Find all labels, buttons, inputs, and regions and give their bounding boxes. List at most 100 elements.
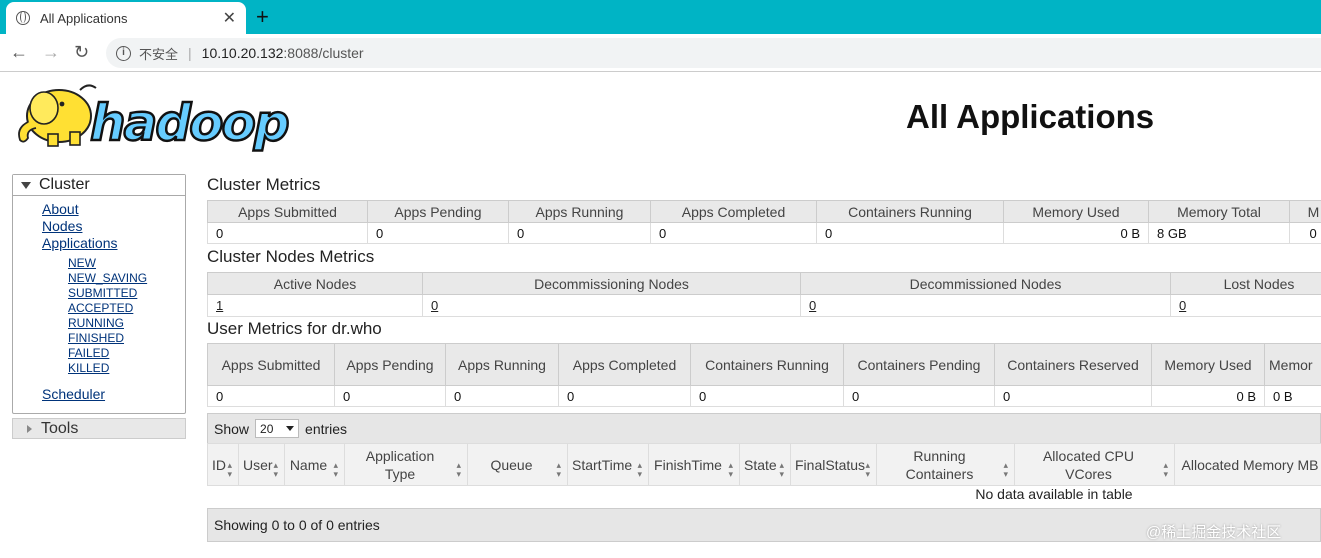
- column-header: Memory Used: [1003, 200, 1149, 223]
- column-header-application-type[interactable]: Application Type ▴ ▾: [344, 443, 468, 486]
- column-header: Containers Running: [816, 200, 1004, 223]
- app-state-accepted[interactable]: ACCEPTED: [68, 301, 133, 315]
- app-state-running[interactable]: RUNNING: [68, 316, 124, 330]
- user-metrics-table: Apps Submitted Apps Pending Apps Running…: [207, 343, 1321, 407]
- metric-value: 0: [690, 385, 844, 407]
- metric-value: 0 B: [1289, 222, 1321, 244]
- metric-value: 8 GB: [1148, 222, 1290, 244]
- metric-value: 0: [994, 385, 1152, 407]
- url-input[interactable]: i 不安全 | 10.10.20.132 :8088/cluster: [106, 38, 1321, 68]
- applications-table: ID ▴ ▾ User ▴ ▾ Name ▴ ▾ Application Type ▴ ▾ Qu…: [207, 443, 1321, 486]
- browser-tab[interactable]: All Applications ✕: [6, 2, 246, 34]
- metric-value: 0: [558, 385, 691, 407]
- sort-icon: ▴ ▾: [779, 460, 784, 479]
- triangle-right-icon: [27, 424, 32, 433]
- cluster-metrics-table: Apps Submitted Apps Pending Apps Running…: [207, 200, 1321, 244]
- browser-tab-strip: All Applications ✕ +: [0, 0, 1321, 34]
- active-nodes-link[interactable]: 1: [216, 298, 223, 313]
- column-header-finalstatus[interactable]: FinalStatus ▴ ▾: [790, 443, 877, 486]
- metric-value: 0 B: [1264, 385, 1321, 407]
- address-separator: |: [188, 45, 192, 61]
- page-size-value: 20: [260, 421, 274, 436]
- column-header: Memory Total: [1148, 200, 1290, 223]
- sort-icon: ▴ ▾: [865, 460, 870, 479]
- column-header: Apps Pending: [334, 343, 446, 386]
- sort-icon: ▴ ▾: [1163, 460, 1168, 479]
- column-header-allocated-cpu[interactable]: Allocated CPU VCores ▴ ▾: [1014, 443, 1175, 486]
- column-header-queue[interactable]: Queue ▴ ▾: [467, 443, 568, 486]
- metric-value: 0: [334, 385, 446, 407]
- back-arrow-icon[interactable]: ←: [10, 42, 28, 63]
- column-header: Apps Pending: [367, 200, 509, 223]
- lost-nodes-link[interactable]: 0: [1179, 298, 1186, 313]
- globe-icon: [16, 11, 30, 25]
- sort-icon: ▴ ▾: [456, 460, 461, 479]
- app-state-finished[interactable]: FINISHED: [68, 331, 124, 345]
- sort-icon: ▴ ▾: [556, 460, 561, 479]
- app-state-failed[interactable]: FAILED: [68, 346, 109, 360]
- nav-link-nodes[interactable]: Nodes: [42, 218, 82, 234]
- column-header: M: [1289, 200, 1321, 223]
- tools-section-toggle[interactable]: Tools: [12, 418, 186, 439]
- column-header: Memor: [1264, 343, 1321, 386]
- column-header: Containers Running: [690, 343, 844, 386]
- decommissioning-nodes-link[interactable]: 0: [431, 298, 438, 313]
- nav-link-scheduler[interactable]: Scheduler: [42, 386, 105, 402]
- column-header-finishtime[interactable]: FinishTime ▴ ▾: [648, 443, 740, 486]
- elephant-icon: [18, 84, 97, 147]
- new-tab-button[interactable]: +: [256, 4, 269, 30]
- app-state-new[interactable]: NEW: [68, 256, 96, 270]
- column-header: Memory Used: [1151, 343, 1265, 386]
- metric-value: 0: [843, 385, 995, 407]
- metric-value: 0 B: [1003, 222, 1149, 244]
- entries-summary: Showing 0 to 0 of 0 entries: [214, 517, 380, 533]
- forward-arrow-icon[interactable]: →: [42, 42, 60, 63]
- metric-value: 0: [207, 385, 335, 407]
- url-path: :8088/cluster: [283, 45, 364, 61]
- entries-label: entries: [305, 420, 348, 437]
- column-header-allocated-memory[interactable]: Allocated Memory MB▴▾: [1174, 443, 1321, 486]
- column-header: Apps Submitted: [207, 343, 335, 386]
- metric-value: 0: [650, 222, 817, 244]
- security-label: 不安全: [139, 46, 179, 62]
- column-header-id[interactable]: ID ▴ ▾: [207, 443, 239, 486]
- chevron-down-icon: [286, 426, 295, 431]
- cluster-label: Cluster: [39, 176, 90, 193]
- sort-icon: ▴ ▾: [273, 460, 278, 479]
- side-nav: Cluster About Nodes Applications NEW NEW…: [12, 174, 186, 414]
- app-state-killed[interactable]: KILLED: [68, 361, 109, 375]
- show-label: Show: [214, 420, 250, 437]
- column-header: Decommissioning Nodes: [422, 272, 801, 295]
- hadoop-logo: hadoop: [18, 84, 291, 153]
- url-host: 10.10.20.132: [201, 45, 284, 61]
- tools-label: Tools: [41, 419, 79, 437]
- nav-link-applications[interactable]: Applications: [42, 235, 118, 251]
- reload-icon[interactable]: ↻: [74, 42, 89, 63]
- sort-icon: ▴ ▾: [333, 460, 338, 479]
- column-header-running-containers[interactable]: Running Containers ▴ ▾: [876, 443, 1015, 486]
- column-header-user[interactable]: User ▴ ▾: [238, 443, 285, 486]
- app-state-new-saving[interactable]: NEW_SAVING: [68, 271, 147, 285]
- info-icon[interactable]: i: [116, 45, 131, 61]
- column-header: Apps Running: [445, 343, 559, 386]
- column-header-name[interactable]: Name ▴ ▾: [284, 443, 345, 486]
- watermark: @稀土掘金技术社区: [1146, 524, 1282, 541]
- empty-table-message: No data available in table: [975, 486, 1133, 502]
- sort-icon: ▴ ▾: [227, 460, 232, 479]
- close-tab-icon[interactable]: ✕: [223, 8, 236, 28]
- metric-value: 0: [816, 222, 1004, 244]
- page-size-select[interactable]: 20: [255, 419, 300, 438]
- column-header-state[interactable]: State ▴ ▾: [739, 443, 791, 486]
- column-header: Active Nodes: [207, 272, 423, 295]
- column-header-starttime[interactable]: StartTime ▴ ▾: [567, 443, 649, 486]
- cluster-section-toggle[interactable]: Cluster: [13, 175, 185, 196]
- metric-value: 0: [445, 385, 559, 407]
- column-header: Apps Running: [508, 200, 651, 223]
- app-state-submitted[interactable]: SUBMITTED: [68, 286, 137, 300]
- column-header: Apps Completed: [650, 200, 817, 223]
- metric-value: 0 B: [1151, 385, 1265, 407]
- column-header: Apps Submitted: [207, 200, 368, 223]
- metric-value: 0: [508, 222, 651, 244]
- decommissioned-nodes-link[interactable]: 0: [809, 298, 816, 313]
- nav-link-about[interactable]: About: [42, 201, 79, 217]
